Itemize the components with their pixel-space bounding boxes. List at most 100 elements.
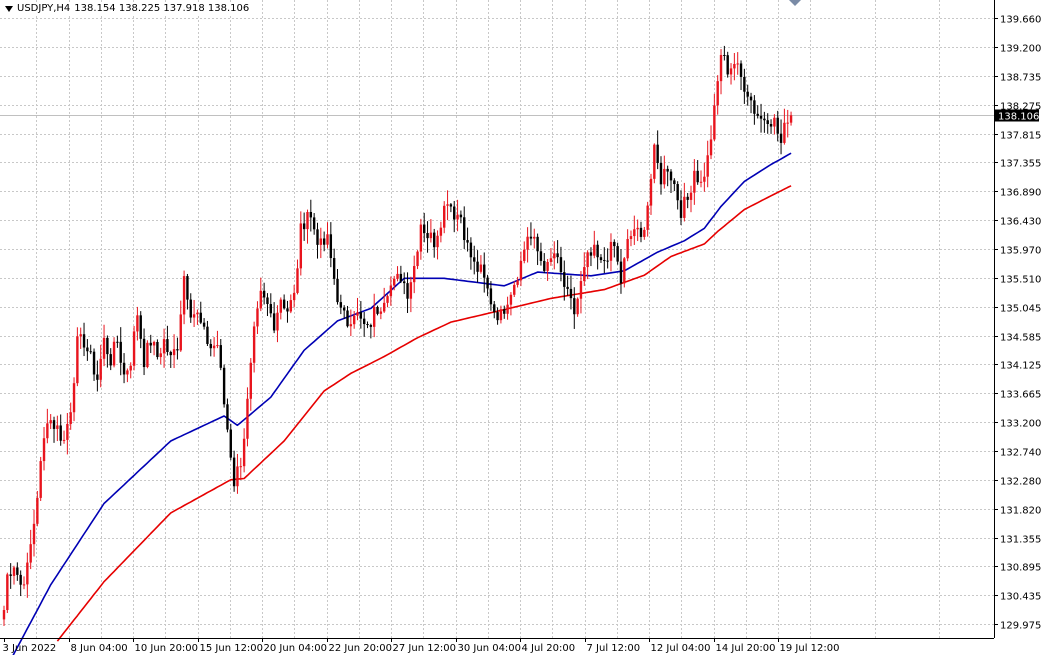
candle-bull <box>12 567 16 576</box>
candle-bear <box>209 343 212 349</box>
candle-bull <box>646 205 649 230</box>
candle-bull <box>509 294 513 305</box>
y-tick-label: 139.200 <box>1000 44 1041 55</box>
candle-bull <box>413 266 416 283</box>
candle-bear <box>329 234 333 259</box>
x-tick-label: 10 Jun 20:00 <box>135 643 199 654</box>
candle-bear <box>723 54 726 56</box>
candle-bear <box>282 299 286 309</box>
candle-bear <box>489 288 493 305</box>
candle-bear <box>52 420 56 429</box>
candle-bull <box>296 268 299 293</box>
candle-bear <box>109 354 112 366</box>
ohlc-values: 138.154 138.225 137.918 138.106 <box>74 3 250 14</box>
candle-bear <box>473 257 476 262</box>
candle-bull <box>533 236 536 239</box>
candle-bear <box>309 211 313 218</box>
candle-bear <box>606 260 609 262</box>
candle-bull <box>62 439 66 441</box>
chart-header[interactable]: USDJPY,H4 138.154 138.225 137.918 138.10… <box>2 2 253 15</box>
x-tick-label: 8 Jun 04:00 <box>71 643 128 654</box>
y-tick-label: 131.820 <box>1000 506 1041 517</box>
candle-bull <box>326 234 329 245</box>
candle-bull <box>32 523 36 545</box>
price-chart[interactable]: 139.660139.200138.735138.275137.815137.3… <box>0 0 1041 655</box>
candle-bear <box>656 144 659 163</box>
candle-bull <box>182 276 186 315</box>
y-tick-label: 136.890 <box>1000 188 1041 199</box>
candle-bear <box>566 286 569 289</box>
candle-bear <box>659 162 663 185</box>
candle-bear <box>176 349 179 351</box>
candle-bear <box>759 115 763 119</box>
candle-bear <box>366 324 369 326</box>
candle-bull <box>553 253 556 259</box>
candle-bull <box>132 331 136 366</box>
candle-bull <box>786 122 789 124</box>
candle-bull <box>663 168 666 185</box>
candle-bull <box>586 252 589 268</box>
y-tick-label: 130.435 <box>1000 592 1041 603</box>
candle-bull <box>279 299 283 313</box>
candle-bull <box>703 176 706 182</box>
candle-bear <box>486 277 489 289</box>
y-tick-label: 135.970 <box>1000 246 1041 257</box>
candle-bear <box>619 261 623 284</box>
x-tick-label: 19 Jul 12:00 <box>780 643 840 654</box>
axes: 139.660139.200138.735138.275137.815137.3… <box>0 0 1041 654</box>
candle-bull <box>499 309 503 321</box>
candle-bear <box>359 312 363 319</box>
chart-window[interactable]: 139.660 139.200 138.735 138.275 137.815 137.3… <box>0 0 1041 655</box>
candle-bear <box>346 310 349 327</box>
candle-bull <box>709 139 713 156</box>
candle-bear <box>59 425 62 441</box>
candle-bull <box>259 290 262 309</box>
y-tick-label: 130.895 <box>1000 563 1041 574</box>
candle-bear <box>219 345 222 368</box>
y-tick-label: 135.045 <box>1000 304 1041 315</box>
candle-bull <box>579 281 583 299</box>
candle-bear <box>222 367 226 405</box>
x-tick-label: 15 Jun 12:00 <box>200 643 264 654</box>
candle-bear <box>686 196 689 200</box>
candle-bear <box>189 299 192 318</box>
candle-bear <box>232 457 236 487</box>
x-tick-label: 20 Jun 04:00 <box>264 643 328 654</box>
candle-bull <box>152 341 156 346</box>
candle-bull <box>583 267 586 282</box>
candle-bear <box>426 233 429 239</box>
candle-bear <box>403 281 406 284</box>
candle-bull <box>299 223 303 269</box>
candle-bear <box>106 337 109 355</box>
candle-bear <box>116 341 119 343</box>
candle-bear <box>423 224 426 234</box>
candle-bull <box>36 497 39 524</box>
candle-bull <box>549 258 553 262</box>
candle-bear <box>262 290 266 298</box>
candle-bull <box>629 236 633 239</box>
candle-bull <box>386 296 389 303</box>
candle-bear <box>89 351 92 353</box>
candle-bull <box>379 311 383 314</box>
candle-bull <box>29 544 32 563</box>
candle-bear <box>679 200 683 218</box>
candle-bull <box>349 324 353 327</box>
candle-bull <box>519 260 523 281</box>
menu-triangle-icon[interactable] <box>5 5 13 12</box>
candle-bull <box>416 251 419 267</box>
candle-bear <box>573 298 576 315</box>
candle-bear <box>449 204 453 207</box>
candle-bull <box>129 365 132 371</box>
candle-bull <box>196 312 199 315</box>
candle-bull <box>719 54 723 82</box>
candle-bull <box>643 229 646 237</box>
candle-bull <box>706 155 709 177</box>
candle-bull <box>436 235 439 248</box>
chart-shift-marker-icon[interactable] <box>789 0 801 6</box>
candle-bull <box>456 214 459 220</box>
candle-bear <box>779 133 783 143</box>
candle-bear <box>766 120 769 124</box>
candle-bull <box>136 315 139 332</box>
candle-bull <box>159 353 162 358</box>
candle-bear <box>266 297 269 305</box>
